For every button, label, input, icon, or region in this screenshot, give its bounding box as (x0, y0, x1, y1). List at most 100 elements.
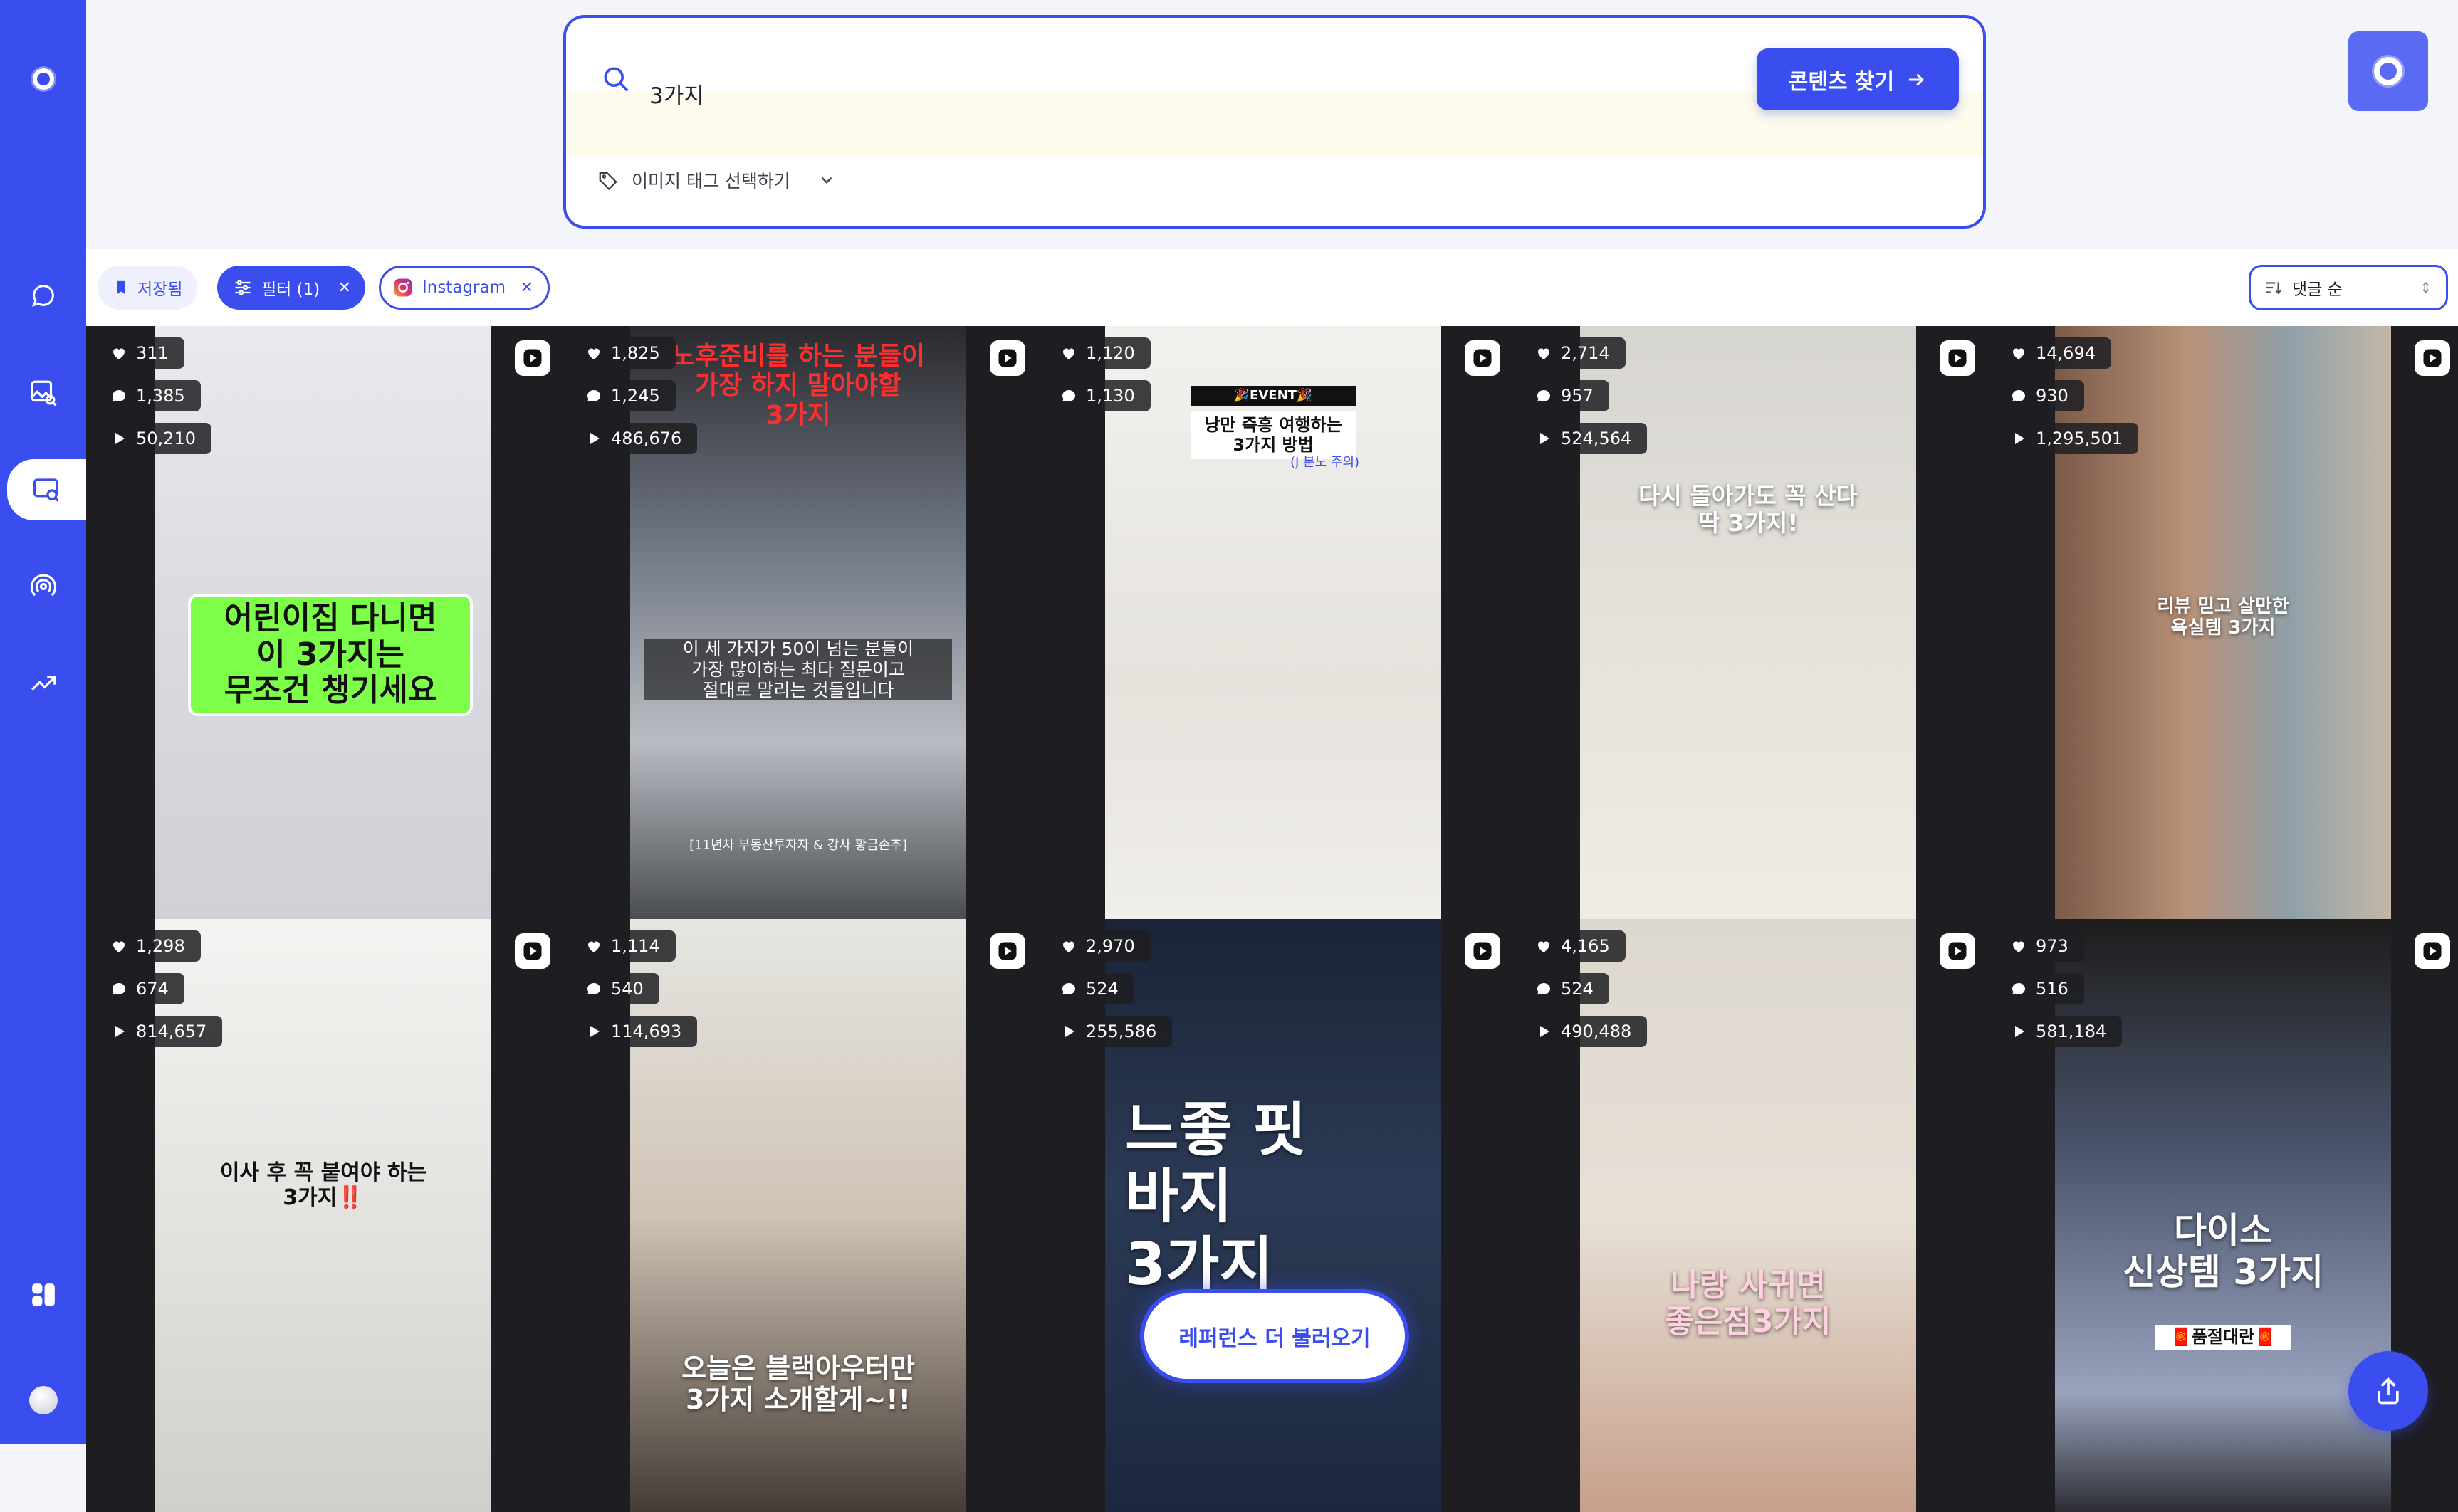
find-content-button[interactable]: 콘텐츠 찾기 (1757, 48, 1959, 110)
thumbnail-footnote: [11년차 부동산투자자 & 강사 황금손추] (689, 838, 907, 853)
tag-icon (599, 172, 617, 191)
comments-stat: 524 (1050, 973, 1134, 1004)
likes-count: 1,114 (611, 936, 660, 956)
logo-button[interactable] (0, 48, 86, 110)
play-icon (2015, 1026, 2024, 1037)
thumbnail-subcaption: 이 세 가지가 50이 넘는 분들이 가장 많이하는 최다 질문이고 절대로 말… (644, 639, 952, 701)
chat-icon (31, 285, 54, 307)
sidebar-item-podcast[interactable] (0, 556, 86, 617)
views-count: 50,210 (136, 429, 196, 448)
chevron-down-icon (821, 177, 832, 184)
sidebar-item-dashboard[interactable] (0, 1264, 86, 1325)
dashboard-icon (31, 1283, 55, 1306)
likes-stat: 4,165 (1525, 930, 1626, 962)
content-thumbnail: 노후준비를 하는 분들이 가장 하지 말아야할 3가지 이 세 가지가 50이 넘… (630, 326, 966, 919)
sidebar-item-image-search[interactable] (0, 362, 86, 424)
reel-badge (515, 340, 550, 376)
likes-count: 973 (2036, 936, 2069, 956)
chevron-updown-icon: ⇕ (2420, 279, 2432, 296)
reel-icon (998, 942, 1017, 960)
content-card[interactable]: 이사 후 꼭 붙여야 하는 3가지‼️ 1,298 674 814,657 (86, 919, 561, 1512)
heart-icon (1063, 941, 1074, 952)
comment-icon (112, 982, 125, 994)
sort-select[interactable]: 댓글 순 ⇕ (2249, 265, 2448, 310)
load-more-label: 레퍼런스 더 불러오기 (1178, 1326, 1371, 1351)
likes-count: 2,714 (1561, 343, 1610, 363)
views-count: 581,184 (2036, 1022, 2107, 1041)
comments-stat: 674 (100, 973, 184, 1004)
reel-badge (2415, 340, 2450, 376)
content-thumbnail: 나랑 사귀면 좋은점3가지 (1580, 919, 1916, 1512)
content-card[interactable]: 리뷰 믿고 살만한 욕실템 3가지 14,694 930 1,295,501 (1986, 326, 2458, 919)
heart-icon (588, 941, 600, 952)
content-grid: 어린이집 다니면 이 3가지는 무조건 챙기세요 311 1,385 50,210 노후… (86, 326, 2458, 1512)
comments-stat: 540 (575, 973, 659, 1004)
heart-icon (113, 348, 125, 359)
heart-icon (113, 941, 125, 952)
content-card[interactable]: 느좋 핏 바지 3가지 2,970 524 255,586 (1036, 919, 1511, 1512)
filter-chip[interactable]: 필터 (1) ✕ (217, 266, 365, 310)
sidebar (0, 0, 86, 1444)
user-avatar-button[interactable] (0, 1370, 86, 1431)
thumbnail-caption: 낭만 즉흥 여행하는 3가지 방법 (1191, 411, 1356, 460)
content-thumbnail: 오늘은 블랙아우터만 3가지 소개할게~!! (630, 919, 966, 1512)
assistant-button[interactable] (2348, 31, 2428, 111)
image-search-icon (31, 380, 57, 406)
likes-stat: 973 (2000, 930, 2084, 962)
comments-stat: 524 (1525, 973, 1609, 1004)
comments-stat: 1,245 (575, 380, 676, 411)
comments-stat: 1,385 (100, 380, 201, 411)
search-icon (604, 67, 629, 92)
content-card[interactable]: 🎉EVENT🎉 낭만 즉흥 여행하는 3가지 방법 (J 분노 주의) 1,120 1,… (1036, 326, 1511, 919)
likes-stat: 311 (100, 337, 184, 369)
load-more-button[interactable]: 레퍼런스 더 불러오기 (1140, 1289, 1409, 1383)
comment-icon (1062, 389, 1075, 401)
share-button[interactable] (2348, 1351, 2428, 1431)
likes-count: 311 (136, 343, 169, 363)
likes-stat: 1,825 (575, 337, 676, 369)
comments-stat: 957 (1525, 380, 1609, 411)
close-icon[interactable]: ✕ (338, 279, 351, 297)
reel-icon (1948, 349, 1967, 367)
likes-stat: 1,114 (575, 930, 676, 962)
heart-icon (1063, 348, 1074, 359)
reel-badge (990, 340, 1025, 376)
reel-badge (1940, 340, 1975, 376)
reel-badge (990, 933, 1025, 969)
reel-badge (1465, 340, 1500, 376)
sidebar-item-content-search[interactable] (7, 459, 86, 520)
content-card[interactable]: 다시 돌아가도 꼭 산다 딱 3가지! 2,714 957 524,564 (1511, 326, 1986, 919)
comments-count: 674 (136, 979, 169, 999)
sidebar-item-chat[interactable] (0, 265, 86, 326)
search-input[interactable] (648, 68, 1505, 119)
close-icon[interactable]: ✕ (521, 279, 533, 297)
likes-count: 2,970 (1086, 936, 1135, 956)
thumbnail-caption: 나랑 사귀면 좋은점3가지 (1665, 1267, 1831, 1340)
sidebar-item-trend[interactable] (0, 653, 86, 714)
logo-icon (32, 68, 54, 90)
play-icon (1540, 1026, 1549, 1037)
comment-icon (2012, 982, 2025, 994)
reel-icon (2423, 349, 2442, 367)
content-card[interactable]: 나랑 사귀면 좋은점3가지 4,165 524 490,488 (1511, 919, 1986, 1512)
heart-icon (1538, 941, 1549, 952)
saved-chip[interactable]: 저장됨 (98, 266, 197, 310)
share-icon (2378, 1377, 2399, 1405)
content-card[interactable]: 노후준비를 하는 분들이 가장 하지 말아야할 3가지 이 세 가지가 50이 넘… (561, 326, 1036, 919)
likes-stat: 2,714 (1525, 337, 1626, 369)
comments-stat: 516 (2000, 973, 2084, 1004)
content-thumbnail: 이사 후 꼭 붙여야 하는 3가지‼️ (155, 919, 491, 1512)
content-thumbnail: 느좋 핏 바지 3가지 (1105, 919, 1441, 1512)
sort-label: 댓글 순 (2292, 280, 2343, 299)
comment-icon (587, 982, 600, 994)
comments-stat: 1,130 (1050, 380, 1151, 411)
content-card[interactable]: 오늘은 블랙아우터만 3가지 소개할게~!! 1,114 540 114,693 (561, 919, 1036, 1512)
instagram-chip[interactable]: Instagram ✕ (379, 266, 550, 310)
image-tag-selector[interactable]: 이미지 태그 선택하기 (597, 167, 836, 193)
comments-count: 516 (2036, 979, 2069, 999)
play-icon (590, 433, 600, 444)
search-card: 콘텐츠 찾기 이미지 태그 선택하기 (563, 15, 1986, 229)
thumbnail-caption: 이사 후 꼭 붙여야 하는 3가지‼️ (219, 1160, 427, 1210)
content-card[interactable]: 어린이집 다니면 이 3가지는 무조건 챙기세요 311 1,385 50,210 (86, 326, 561, 919)
play-icon (590, 1026, 600, 1037)
